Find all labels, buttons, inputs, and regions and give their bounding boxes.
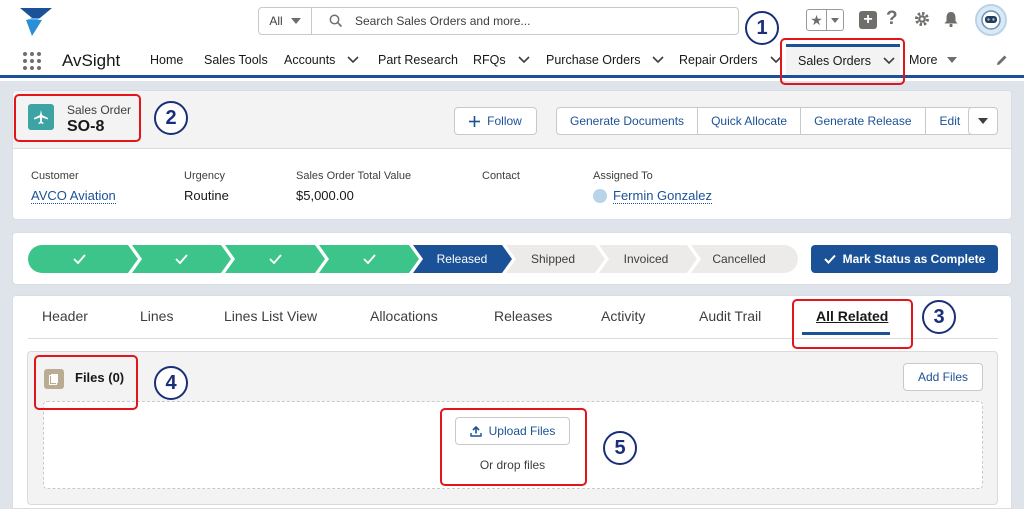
nav-item-repair-orders[interactable]: Repair Orders	[679, 44, 782, 75]
chevron-down-icon[interactable]	[652, 55, 665, 64]
more-actions-button[interactable]	[968, 107, 998, 135]
favorite-star-icon[interactable]: ★	[807, 10, 827, 30]
tab-activity[interactable]: Activity	[601, 308, 645, 324]
chevron-down-icon	[978, 118, 988, 124]
global-search: All	[258, 7, 739, 35]
chevron-down-icon	[290, 18, 301, 24]
chevron-down-icon[interactable]	[518, 55, 530, 64]
quick-allocate-button[interactable]: Quick Allocate	[697, 108, 800, 134]
gear-icon[interactable]	[913, 10, 931, 28]
tab-audit-trail[interactable]: Audit Trail	[699, 308, 761, 324]
field-label: Contact	[482, 170, 520, 182]
annotation-number-2: 2	[154, 101, 188, 135]
path-step-complete[interactable]	[132, 245, 231, 273]
field-value: $5,000.00	[296, 188, 354, 203]
highlight-box-files	[34, 355, 138, 410]
tab-lines-list-view[interactable]: Lines List View	[224, 308, 317, 324]
path-label-cancelled: Cancelled	[712, 252, 766, 266]
field-contact: Contact	[482, 170, 520, 188]
chevron-down-icon	[831, 17, 839, 23]
favorites-dropdown[interactable]	[827, 10, 843, 30]
nav-item-more[interactable]: More	[909, 44, 958, 75]
plus-icon	[469, 115, 481, 127]
path-label-shipped: Shipped	[530, 252, 576, 266]
favorites-group: ★	[806, 9, 844, 31]
pencil-icon[interactable]	[995, 53, 1009, 67]
bell-icon[interactable]	[942, 10, 960, 28]
field-label: Sales Order Total Value	[296, 170, 412, 182]
app-name: AvSight	[62, 51, 121, 70]
nav-item-label: Part Research	[378, 52, 458, 67]
nav-item-label: More	[909, 52, 938, 67]
highlight-box-all-related	[792, 299, 913, 349]
nav-item-label: Home	[150, 52, 184, 67]
status-path-card: Released Shipped Invoiced Cancelled Mark…	[12, 232, 1012, 285]
nav-item-purchase-orders[interactable]: Purchase Orders	[546, 44, 665, 75]
highlight-box-upload	[440, 408, 587, 486]
assigned-to-link[interactable]: Fermin Gonzalez	[613, 188, 712, 204]
path-step-complete[interactable]	[319, 245, 419, 273]
tab-releases[interactable]: Releases	[494, 308, 552, 324]
customer-link[interactable]: AVCO Aviation	[31, 188, 116, 204]
mark-status-label: Mark Status as Complete	[842, 252, 986, 266]
help-icon[interactable]: ?	[886, 8, 898, 30]
field-customer: Customer AVCO Aviation	[31, 170, 116, 204]
follow-button[interactable]: Follow	[454, 107, 537, 135]
mark-status-complete-button[interactable]: Mark Status as Complete	[811, 245, 998, 273]
field-total-value: Sales Order Total Value $5,000.00	[296, 170, 411, 203]
user-avatar[interactable]	[975, 4, 1007, 36]
nav-item-label: Accounts	[284, 52, 336, 67]
chevron-down-icon[interactable]	[347, 55, 359, 64]
search-icon	[329, 14, 343, 28]
path-label-invoiced: Invoiced	[623, 252, 669, 266]
generate-release-button[interactable]: Generate Release	[800, 108, 924, 134]
avsight-logo-icon[interactable]	[18, 6, 54, 38]
field-assigned-to: Assigned To Fermin Gonzalez	[593, 170, 712, 204]
field-urgency: Urgency Routine	[184, 170, 229, 203]
search-scope-dropdown[interactable]: All	[259, 8, 312, 34]
field-label: Customer	[31, 170, 79, 182]
nav-item-home[interactable]: Home	[150, 44, 183, 75]
field-label: Assigned To	[593, 170, 653, 182]
edit-button[interactable]: Edit	[924, 108, 975, 134]
tab-header[interactable]: Header	[42, 308, 88, 324]
annotation-number-4: 4	[154, 366, 188, 400]
assigned-to-value: Fermin Gonzalez	[593, 188, 712, 204]
record-actions-group: Generate Documents Quick Allocate Genera…	[556, 107, 976, 135]
nav-item-label: Repair Orders	[679, 52, 758, 67]
generate-documents-button[interactable]: Generate Documents	[557, 108, 697, 134]
search-input[interactable]	[355, 8, 725, 34]
check-icon	[823, 254, 836, 264]
annotation-number-3: 3	[922, 300, 956, 334]
path-step-complete[interactable]	[28, 245, 138, 273]
nav-item-label: Purchase Orders	[546, 52, 641, 67]
nav-item-label: Sales Tools	[204, 52, 268, 67]
nav-item-rfqs[interactable]: RFQs	[473, 44, 530, 75]
global-actions-plus-icon[interactable]: +	[859, 11, 877, 29]
follow-button-label: Follow	[487, 114, 522, 128]
nav-item-sales-tools[interactable]: Sales Tools	[204, 44, 268, 75]
user-avatar-icon	[593, 189, 607, 203]
nav-item-part-research[interactable]: Part Research	[378, 44, 458, 75]
nav-item-accounts[interactable]: Accounts	[284, 44, 359, 75]
nav-item-label: RFQs	[473, 52, 506, 67]
astro-avatar-icon	[981, 10, 1001, 30]
field-value: Routine	[184, 188, 229, 203]
chevron-down-icon	[947, 56, 958, 63]
tab-lines[interactable]: Lines	[140, 308, 173, 324]
path-step-complete[interactable]	[225, 245, 325, 273]
field-label: Urgency	[184, 170, 225, 182]
highlight-box-record-name	[14, 94, 141, 142]
tab-allocations[interactable]: Allocations	[370, 308, 438, 324]
annotation-number-1: 1	[745, 11, 779, 45]
path-label-released: Released	[436, 252, 488, 266]
add-files-button[interactable]: Add Files	[903, 363, 983, 391]
annotation-number-5: 5	[603, 431, 637, 465]
app-launcher-icon[interactable]	[23, 52, 41, 70]
highlight-box-sales-orders	[780, 38, 905, 85]
search-scope-label: All	[269, 14, 283, 28]
